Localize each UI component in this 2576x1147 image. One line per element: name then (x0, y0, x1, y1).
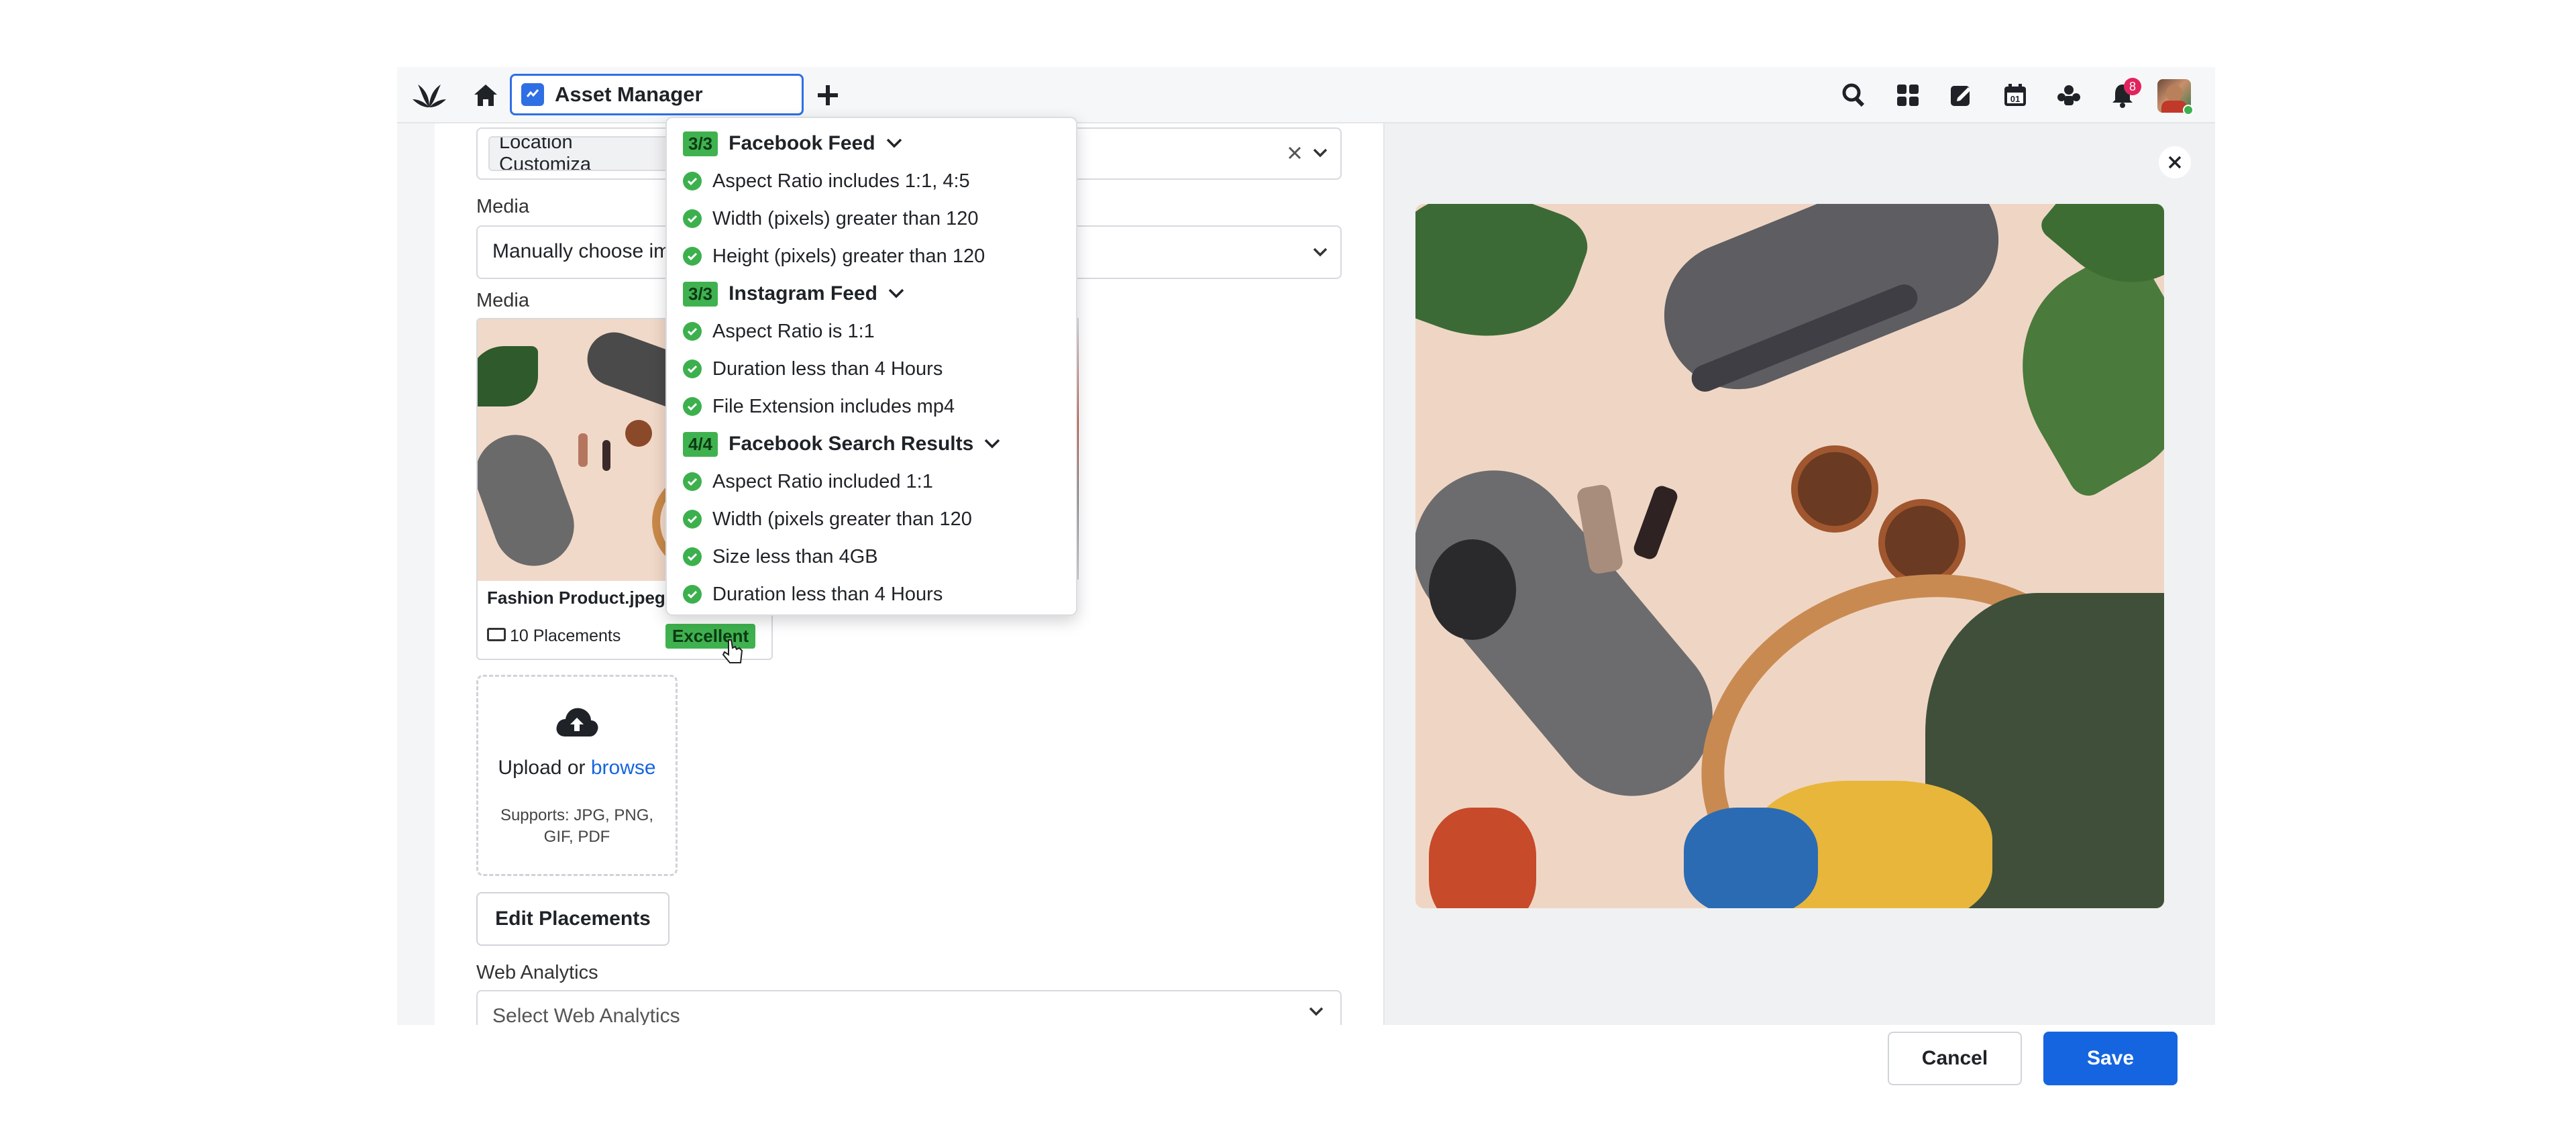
preview-image (1415, 204, 2164, 908)
rule-text: Duration less than 4 Hours (712, 358, 943, 380)
mouse-cursor (722, 639, 745, 669)
rule-item: Aspect Ratio is 1:1 (683, 313, 875, 350)
browse-link[interactable]: browse (591, 757, 656, 779)
rule-text: Aspect Ratio includes 1:1, 4:5 (712, 170, 970, 192)
rule-text: Width (pixels greater than 120 (712, 508, 972, 530)
chevron-down-icon (1308, 1006, 1324, 1020)
calendar-icon[interactable]: 01 (1999, 79, 2031, 111)
media-gallery-label: Media (476, 290, 529, 311)
rule-item: Width (pixels greater than 120 (683, 500, 972, 538)
chevron-down-icon (888, 288, 904, 298)
close-icon[interactable] (2159, 146, 2191, 178)
tab-title: Asset Manager (555, 83, 703, 106)
check-circle-icon (683, 322, 702, 341)
home-icon[interactable] (470, 79, 502, 111)
rule-text: Height (pixels) greater than 120 (712, 245, 985, 267)
group-score-badge: 4/4 (683, 431, 718, 457)
rule-item: Width (pixels) greater than 120 (683, 200, 979, 237)
apps-grid-icon[interactable] (1892, 79, 1924, 111)
media-select-value: Manually choose im (492, 240, 671, 262)
group-title: Facebook Feed (729, 132, 875, 154)
rule-text: File Extension includes mp4 (712, 395, 955, 417)
team-icon[interactable] (2053, 79, 2085, 111)
save-button[interactable]: Save (2043, 1032, 2178, 1085)
location-chip-label: Location Customiza (499, 136, 591, 171)
clear-icon[interactable] (1283, 141, 1307, 165)
group-instagram-feed[interactable]: 3/3 Instagram Feed (683, 275, 906, 313)
group-facebook-feed[interactable]: 3/3 Facebook Feed (683, 125, 904, 162)
asset-filename: Fashion Product.jpeg (487, 588, 665, 608)
supports-line-1: Supports: JPG, PNG, (500, 806, 654, 824)
edit-placements-button[interactable]: Edit Placements (476, 892, 669, 946)
location-chip[interactable]: Location Customiza (488, 136, 674, 171)
chevron-down-icon[interactable] (1308, 141, 1332, 165)
online-status-dot (2183, 105, 2194, 115)
rule-text: Aspect Ratio is 1:1 (712, 320, 875, 342)
rule-text: Width (pixels) greater than 120 (712, 207, 979, 229)
check-circle-icon (683, 585, 702, 604)
check-circle-icon (683, 510, 702, 529)
rule-item: Aspect Ratio includes 1:1, 4:5 (683, 162, 970, 200)
check-circle-icon (683, 209, 702, 228)
group-title: Facebook Search Results (729, 433, 974, 455)
rule-text: Duration less than 4 Hours (712, 583, 943, 605)
group-score-badge: 3/3 (683, 131, 718, 156)
chevron-down-icon (985, 439, 1000, 449)
rule-text: Size less than 4GB (712, 545, 878, 567)
cloud-upload-icon (550, 702, 604, 742)
web-analytics-label: Web Analytics (476, 962, 598, 983)
upload-prefix: Upload or (498, 757, 586, 779)
rule-item: Aspect Ratio included 1:1 (683, 463, 933, 500)
upload-supports: Supports: JPG, PNG, GIF, PDF (476, 805, 678, 848)
rule-item: Size less than 4GB (683, 538, 878, 576)
group-score-badge: 3/3 (683, 281, 718, 307)
check-circle-icon (683, 360, 702, 378)
logo-icon[interactable] (411, 76, 448, 114)
rule-item: Duration less than 4 Hours (683, 576, 943, 613)
cancel-button[interactable]: Cancel (1888, 1032, 2022, 1085)
check-circle-icon (683, 472, 702, 491)
placements-count: 10 Placements (510, 626, 621, 645)
chevron-down-icon (886, 138, 902, 148)
placement-rules-popover: 3/3 Facebook Feed Aspect Ratio includes … (665, 117, 1077, 616)
asset-manager-icon (521, 83, 544, 106)
upload-text: Upload or browse (476, 757, 678, 779)
rule-item: Height (pixels) greater than 120 (683, 237, 985, 275)
web-analytics-placeholder: Select Web Analytics (492, 1005, 680, 1025)
rule-item: Duration less than 4 Hours (683, 350, 943, 388)
check-circle-icon (683, 547, 702, 566)
rule-item: File Extension includes mp4 (683, 388, 955, 425)
compose-icon[interactable] (1945, 79, 1978, 111)
search-icon[interactable] (1838, 79, 1870, 111)
placements-icon (487, 628, 506, 641)
chevron-down-icon[interactable] (1308, 240, 1332, 264)
group-facebook-search-results[interactable]: 4/4 Facebook Search Results (683, 425, 1002, 463)
check-circle-icon (683, 172, 702, 190)
notification-badge: 8 (2124, 78, 2141, 95)
check-circle-icon (683, 247, 702, 266)
media-label: Media (476, 196, 529, 217)
add-tab-icon[interactable] (812, 79, 844, 111)
supports-line-2: GIF, PDF (543, 828, 610, 846)
rule-text: Aspect Ratio included 1:1 (712, 470, 933, 492)
web-analytics-select[interactable]: Select Web Analytics (476, 990, 1342, 1025)
tab-asset-manager[interactable]: Asset Manager (510, 74, 804, 115)
group-title: Instagram Feed (729, 282, 877, 305)
svg-text:01: 01 (2010, 94, 2020, 104)
check-circle-icon (683, 397, 702, 416)
footer-bar (0, 1025, 2576, 1147)
